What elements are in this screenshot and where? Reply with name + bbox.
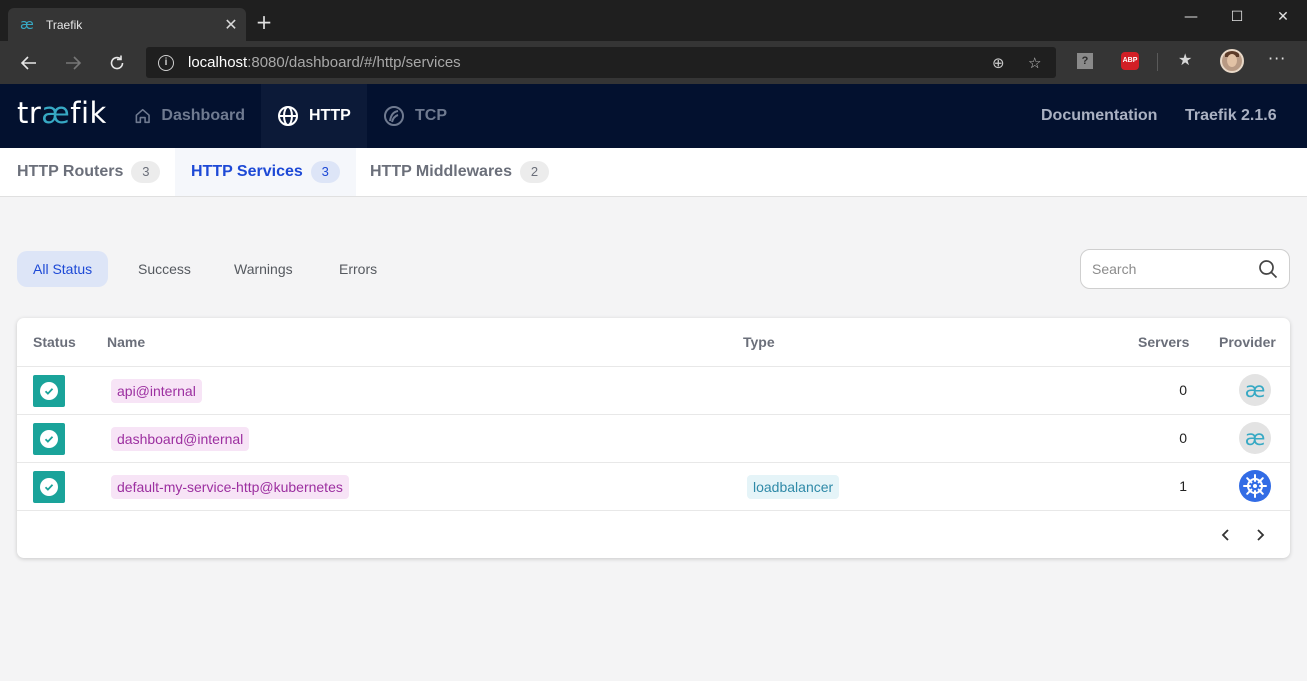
app-header: træfik Dashboard HTTP TCP Documentation … <box>0 84 1307 148</box>
favorite-star-icon[interactable]: ☆ <box>1028 54 1041 72</box>
search-icon[interactable] <box>1258 259 1278 279</box>
tcp-icon <box>384 106 404 126</box>
address-host: localhost <box>188 54 248 71</box>
check-icon <box>44 436 54 443</box>
toolbar-divider <box>1157 53 1158 71</box>
servers-count: 1 <box>1179 478 1187 494</box>
status-success-badge <box>33 471 65 503</box>
new-tab-icon[interactable]: + <box>253 10 275 34</box>
previous-page-icon[interactable] <box>1216 525 1236 545</box>
filter-errors[interactable]: Errors <box>323 251 393 287</box>
browser-toolbar: i localhost:8080/dashboard/#/http/servic… <box>0 41 1307 84</box>
traefik-logo[interactable]: træfik <box>17 96 107 130</box>
tab-http-routers-label: HTTP Routers <box>17 163 124 180</box>
tab-http-routers-count: 3 <box>131 161 161 183</box>
kubernetes-provider-icon <box>1239 470 1271 502</box>
traefik-provider-icon: æ <box>1239 374 1271 406</box>
filter-warnings[interactable]: Warnings <box>218 251 309 287</box>
column-header-status[interactable]: Status <box>33 334 76 350</box>
table-pagination <box>17 510 1290 558</box>
add-site-icon[interactable]: ⊕ <box>992 54 1005 72</box>
nav-tcp-label: TCP <box>415 107 447 124</box>
traefik-favicon-icon: æ <box>20 16 34 33</box>
servers-count: 0 <box>1179 430 1187 446</box>
filter-all-status[interactable]: All Status <box>17 251 109 287</box>
tab-title: Traefik <box>46 17 83 32</box>
tab-http-routers[interactable]: HTTP Routers 3 <box>1 148 176 196</box>
next-page-icon[interactable] <box>1250 525 1270 545</box>
check-icon <box>44 484 54 491</box>
tab-http-middlewares[interactable]: HTTP Middlewares 2 <box>354 148 565 196</box>
browser-tab-strip: æ Traefik ✕ + — ☐ ✕ <box>0 0 1307 41</box>
nav-dashboard[interactable]: Dashboard <box>118 84 261 148</box>
tab-http-services-label: HTTP Services <box>191 163 303 180</box>
globe-icon <box>278 106 298 126</box>
forward-icon[interactable] <box>60 50 86 76</box>
tab-close-icon[interactable]: ✕ <box>216 15 246 34</box>
back-icon[interactable] <box>16 50 42 76</box>
window-close-icon[interactable]: ✕ <box>1260 5 1306 29</box>
filter-success[interactable]: Success <box>122 251 207 287</box>
favorites-icon[interactable]: ★ <box>1178 50 1192 69</box>
services-table: Status Name Type Servers Provider api@in… <box>17 318 1290 558</box>
column-header-servers[interactable]: Servers <box>1138 334 1189 350</box>
column-header-provider[interactable]: Provider <box>1219 334 1276 350</box>
traefik-provider-icon: æ <box>1239 422 1271 454</box>
search-input[interactable] <box>1092 259 1252 279</box>
nav-http-label: HTTP <box>309 107 351 124</box>
site-info-icon[interactable]: i <box>158 54 174 71</box>
service-name: dashboard@internal <box>111 427 250 451</box>
more-options-icon[interactable]: ··· <box>1268 49 1286 68</box>
tab-http-middlewares-label: HTTP Middlewares <box>370 163 512 180</box>
nav-dashboard-label: Dashboard <box>161 107 245 124</box>
column-header-name[interactable]: Name <box>107 334 145 350</box>
browser-tab[interactable]: æ Traefik ✕ <box>8 8 246 41</box>
address-bar[interactable]: i localhost:8080/dashboard/#/http/servic… <box>146 47 1056 78</box>
servers-count: 0 <box>1179 382 1187 398</box>
check-icon <box>44 388 54 395</box>
status-success-badge <box>33 423 65 455</box>
column-header-type[interactable]: Type <box>743 334 775 350</box>
minimize-icon[interactable]: — <box>1168 5 1214 29</box>
version-label: Traefik 2.1.6 <box>1185 107 1277 124</box>
tab-http-middlewares-count: 2 <box>519 161 549 183</box>
reload-icon[interactable] <box>104 50 130 76</box>
home-icon <box>135 108 150 124</box>
table-row[interactable]: api@internal 0 æ <box>17 366 1290 414</box>
nav-http[interactable]: HTTP <box>261 84 367 148</box>
status-success-badge <box>33 375 65 407</box>
service-name: api@internal <box>111 379 202 403</box>
service-type: loadbalancer <box>747 475 840 499</box>
address-path: :8080/dashboard/#/http/services <box>247 54 461 71</box>
table-row[interactable]: default-my-service-http@kubernetes loadb… <box>17 462 1290 510</box>
documentation-link[interactable]: Documentation <box>1041 107 1157 125</box>
nav-tcp[interactable]: TCP <box>367 84 467 148</box>
service-name: default-my-service-http@kubernetes <box>111 475 349 499</box>
profile-avatar[interactable] <box>1220 49 1244 73</box>
tab-http-services-count: 3 <box>310 161 340 183</box>
tab-http-services[interactable]: HTTP Services 3 <box>175 148 356 196</box>
sub-tabs: HTTP Routers 3 HTTP Services 3 HTTP Midd… <box>0 148 1307 197</box>
search-box <box>1080 249 1290 289</box>
adblock-extension-icon[interactable]: ABP <box>1121 52 1139 70</box>
help-extension-icon[interactable]: ? <box>1077 53 1093 69</box>
maximize-icon[interactable]: ☐ <box>1214 5 1260 29</box>
table-row[interactable]: dashboard@internal 0 æ <box>17 414 1290 462</box>
